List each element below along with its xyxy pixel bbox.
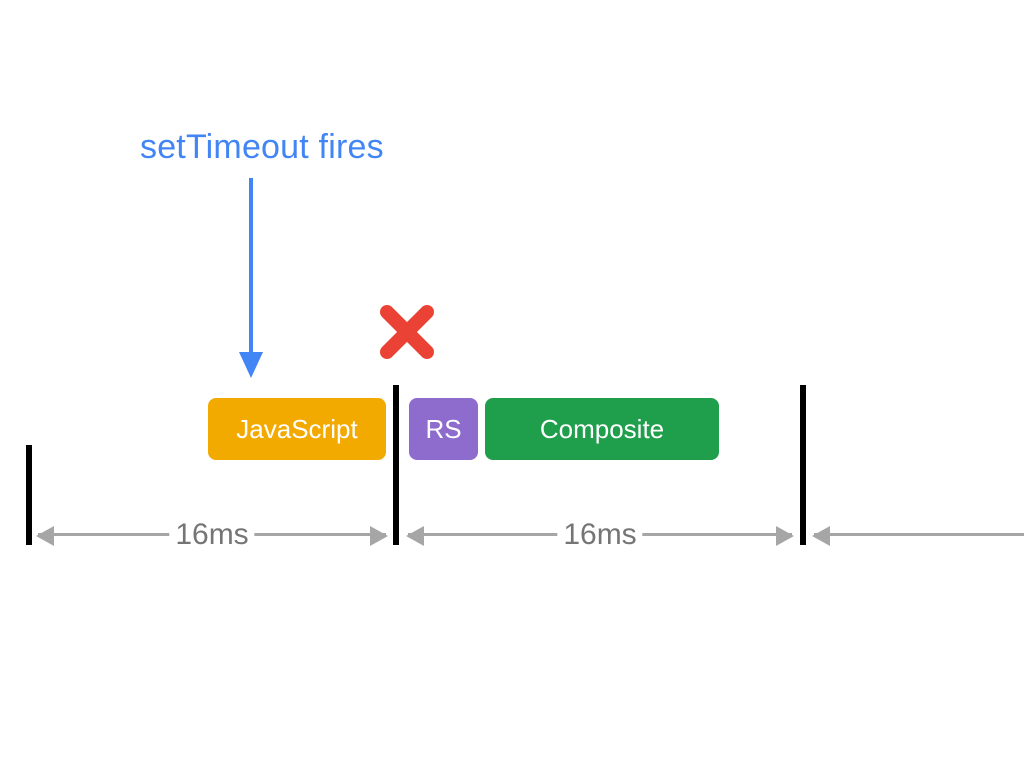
stage-javascript: JavaScript — [208, 398, 386, 460]
frame-span-0: 16ms — [38, 533, 386, 536]
cross-icon — [377, 302, 437, 362]
frame-tick-1 — [393, 385, 399, 545]
frame-tick-0 — [26, 445, 32, 545]
frame-span-1-label: 16ms — [557, 518, 642, 552]
frame-tick-2 — [800, 385, 806, 545]
frame-span-1: 16ms — [408, 533, 792, 536]
frame-span-0-label: 16ms — [169, 518, 254, 552]
stage-rs: RS — [409, 398, 478, 460]
arrow-down-icon — [231, 178, 271, 378]
diagram-canvas: setTimeout fires JavaScript RS Composite… — [0, 0, 1024, 768]
frame-timeline: 16ms 16ms 16 — [0, 505, 1024, 575]
annotation-settimeout: setTimeout fires — [140, 128, 384, 167]
stage-composite: Composite — [485, 398, 719, 460]
frame-span-2-partial: 16 — [814, 533, 1024, 536]
